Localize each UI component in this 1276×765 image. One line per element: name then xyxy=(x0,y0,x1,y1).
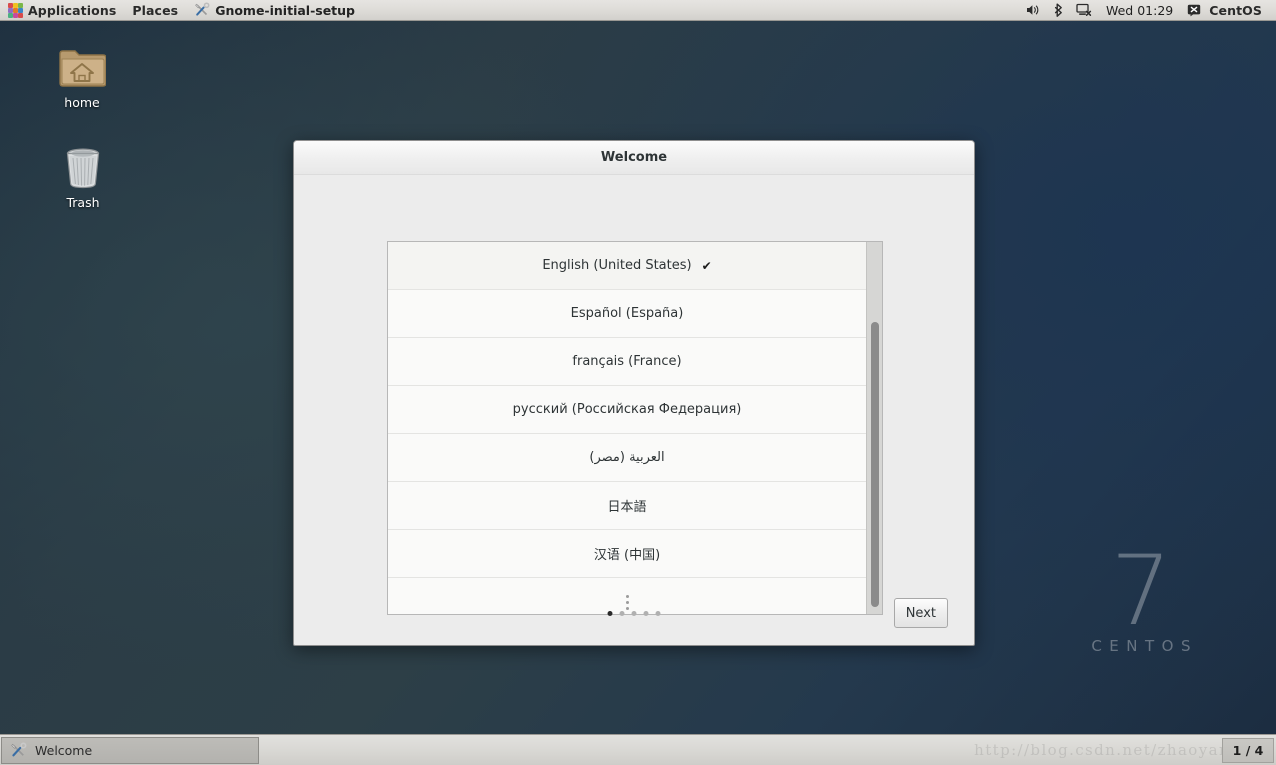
user-session-icon[interactable] xyxy=(1181,0,1207,20)
bottom-panel: Welcome http://blog.csdn.net/zhaoyan 1 /… xyxy=(0,734,1276,765)
volume-speaker-icon[interactable] xyxy=(1020,0,1047,20)
trash-bin-icon xyxy=(41,140,125,190)
language-label: العربية (مصر) xyxy=(589,450,665,465)
desktop-icon-trash-label: Trash xyxy=(66,195,100,210)
taskbar-window-label: Welcome xyxy=(35,742,93,758)
page-indicator-dots xyxy=(607,610,661,616)
top-panel: Applications Places Gnome-initial-setup xyxy=(0,0,1276,21)
page-dot-5[interactable] xyxy=(655,610,661,616)
applications-menu[interactable]: Applications xyxy=(0,0,124,20)
dialog-title: Welcome xyxy=(600,150,668,165)
language-list[interactable]: English (United States) ✔ Español (Españ… xyxy=(388,242,866,614)
next-button[interactable]: Next xyxy=(893,598,948,628)
wrench-screwdriver-icon xyxy=(194,2,210,18)
desktop-icon-home[interactable]: home xyxy=(40,40,124,110)
user-session-label: CentOS xyxy=(1209,2,1262,18)
centos-wordmark: CENTOS xyxy=(1091,637,1198,655)
language-label: 日本語 xyxy=(607,500,647,515)
workspace-switcher[interactable]: 1 / 4 xyxy=(1222,738,1274,763)
wrench-screwdriver-icon xyxy=(10,741,27,759)
top-panel-tray: Wed 01:29 CentOS xyxy=(1020,0,1276,20)
dialog-footer: Next xyxy=(294,581,974,645)
page-dot-4[interactable] xyxy=(643,610,649,616)
page-dot-3[interactable] xyxy=(631,610,637,616)
places-menu[interactable]: Places xyxy=(124,0,186,20)
centos-branding: 7 CENTOS xyxy=(1084,534,1198,655)
active-window-label: Gnome-initial-setup xyxy=(215,2,356,18)
dialog-titlebar[interactable]: Welcome xyxy=(294,141,974,175)
language-label: русский (Российская Федерация) xyxy=(512,402,742,417)
active-window-menu[interactable]: Gnome-initial-setup xyxy=(186,0,363,20)
language-label: 汉语 (中国) xyxy=(593,548,661,563)
places-menu-label: Places xyxy=(132,2,179,18)
clock[interactable]: Wed 01:29 xyxy=(1098,3,1181,18)
applications-pinwheel-icon xyxy=(8,2,23,18)
language-row-espanol-espana[interactable]: Español (España) xyxy=(388,290,866,338)
language-row-russian-russia[interactable]: русский (Российская Федерация) xyxy=(388,386,866,434)
language-label: English (United States) xyxy=(542,258,692,273)
language-row-arabic-egypt[interactable]: العربية (مصر) xyxy=(388,434,866,482)
desktop-icon-home-label: home xyxy=(64,95,100,110)
language-label: français (France) xyxy=(572,354,682,369)
language-row-japanese[interactable]: 日本語 xyxy=(388,482,866,530)
watermark-text: http://blog.csdn.net/zhaoyan xyxy=(974,741,1230,759)
workspace-indicator-label: 1 / 4 xyxy=(1232,743,1264,758)
desktop-icon-trash[interactable]: Trash xyxy=(41,140,125,210)
welcome-dialog: Welcome English (United States) ✔ Españo… xyxy=(293,140,975,646)
language-list-frame: English (United States) ✔ Español (Españ… xyxy=(387,241,883,615)
page-dot-2[interactable] xyxy=(619,610,625,616)
user-session-menu[interactable]: CentOS xyxy=(1207,0,1270,20)
home-folder-icon xyxy=(40,40,124,90)
centos-version-number: 7 xyxy=(1110,534,1172,647)
top-panel-left: Applications Places Gnome-initial-setup xyxy=(0,0,363,20)
network-disconnected-icon[interactable] xyxy=(1070,0,1098,20)
applications-menu-label: Applications xyxy=(28,2,117,18)
bluetooth-icon[interactable] xyxy=(1047,0,1070,20)
dialog-body: English (United States) ✔ Español (Españ… xyxy=(294,175,974,645)
scrollbar-thumb[interactable] xyxy=(871,322,879,607)
language-label: Español (España) xyxy=(570,306,684,321)
check-icon: ✔ xyxy=(701,258,712,273)
taskbar-window-button-welcome[interactable]: Welcome xyxy=(1,736,259,764)
language-list-scrollbar[interactable] xyxy=(866,242,882,614)
language-row-francais-france[interactable]: français (France) xyxy=(388,338,866,386)
page-dot-1[interactable] xyxy=(607,610,613,616)
language-row-chinese-china[interactable]: 汉语 (中国) xyxy=(388,530,866,578)
language-row-english-united-states[interactable]: English (United States) ✔ xyxy=(388,242,866,290)
